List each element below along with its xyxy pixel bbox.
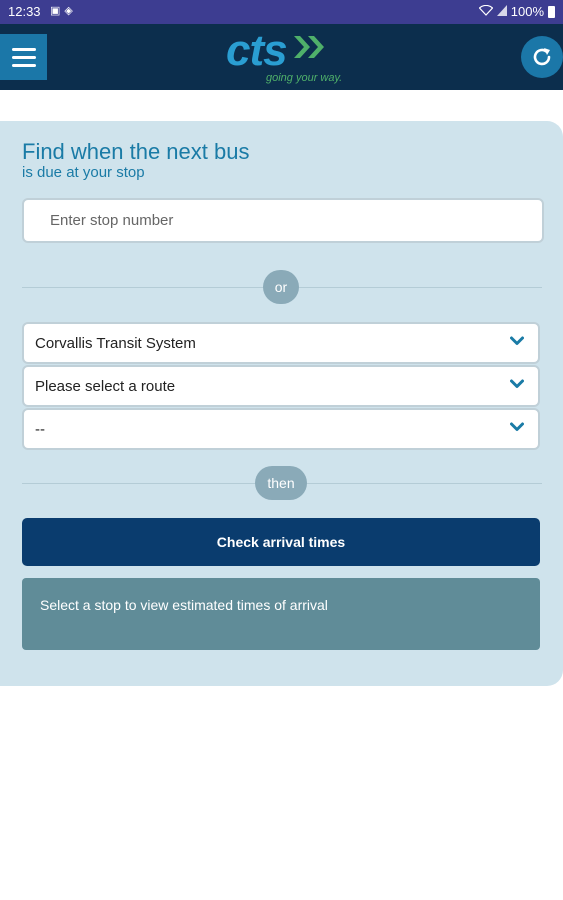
- battery-icon: [548, 5, 555, 18]
- logo-chevrons-icon: [294, 36, 324, 58]
- cts-logo: cts going your way.: [226, 26, 356, 88]
- shield-icon: ◈: [64, 5, 77, 17]
- arrival-info-box: Select a stop to view estimated times of…: [22, 578, 540, 650]
- status-bar: 12:33 ▣◈ 100%: [0, 0, 563, 24]
- refresh-button[interactable]: [521, 36, 563, 78]
- panel-title: Find when the next bus: [22, 139, 250, 164]
- chevron-down-icon: [510, 336, 524, 345]
- arrival-info-text: Select a stop to view estimated times of…: [40, 597, 328, 613]
- route-select[interactable]: Please select a route: [22, 365, 540, 407]
- status-time: 12:33: [8, 4, 41, 19]
- signal-icon: [496, 4, 507, 19]
- agency-select-value: Corvallis Transit System: [35, 335, 196, 352]
- hamburger-icon: [11, 47, 36, 51]
- logo-text: cts: [226, 26, 288, 75]
- agency-select[interactable]: Corvallis Transit System: [22, 322, 540, 364]
- chevron-down-icon: [510, 379, 524, 388]
- next-bus-panel: Find when the next bus is due at your st…: [0, 121, 563, 686]
- check-arrival-times-button[interactable]: Check arrival times: [22, 518, 540, 566]
- panel-subtitle: is due at your stop: [22, 164, 145, 181]
- battery-text: 100%: [510, 4, 544, 19]
- chevron-down-icon: [510, 422, 524, 431]
- route-select-value: Please select a route: [35, 378, 176, 395]
- or-badge: or: [263, 270, 299, 304]
- then-badge: then: [255, 466, 307, 500]
- stop-select[interactable]: --: [22, 408, 540, 450]
- stop-number-input[interactable]: [22, 198, 544, 243]
- wifi-icon: [478, 4, 494, 19]
- logo-tagline: going your way.: [266, 72, 343, 84]
- stop-select-value: --: [35, 421, 45, 438]
- menu-button[interactable]: [0, 34, 47, 80]
- app-header: cts going your way.: [0, 24, 563, 90]
- image-icon: ▣: [50, 5, 65, 17]
- refresh-icon: [533, 48, 551, 66]
